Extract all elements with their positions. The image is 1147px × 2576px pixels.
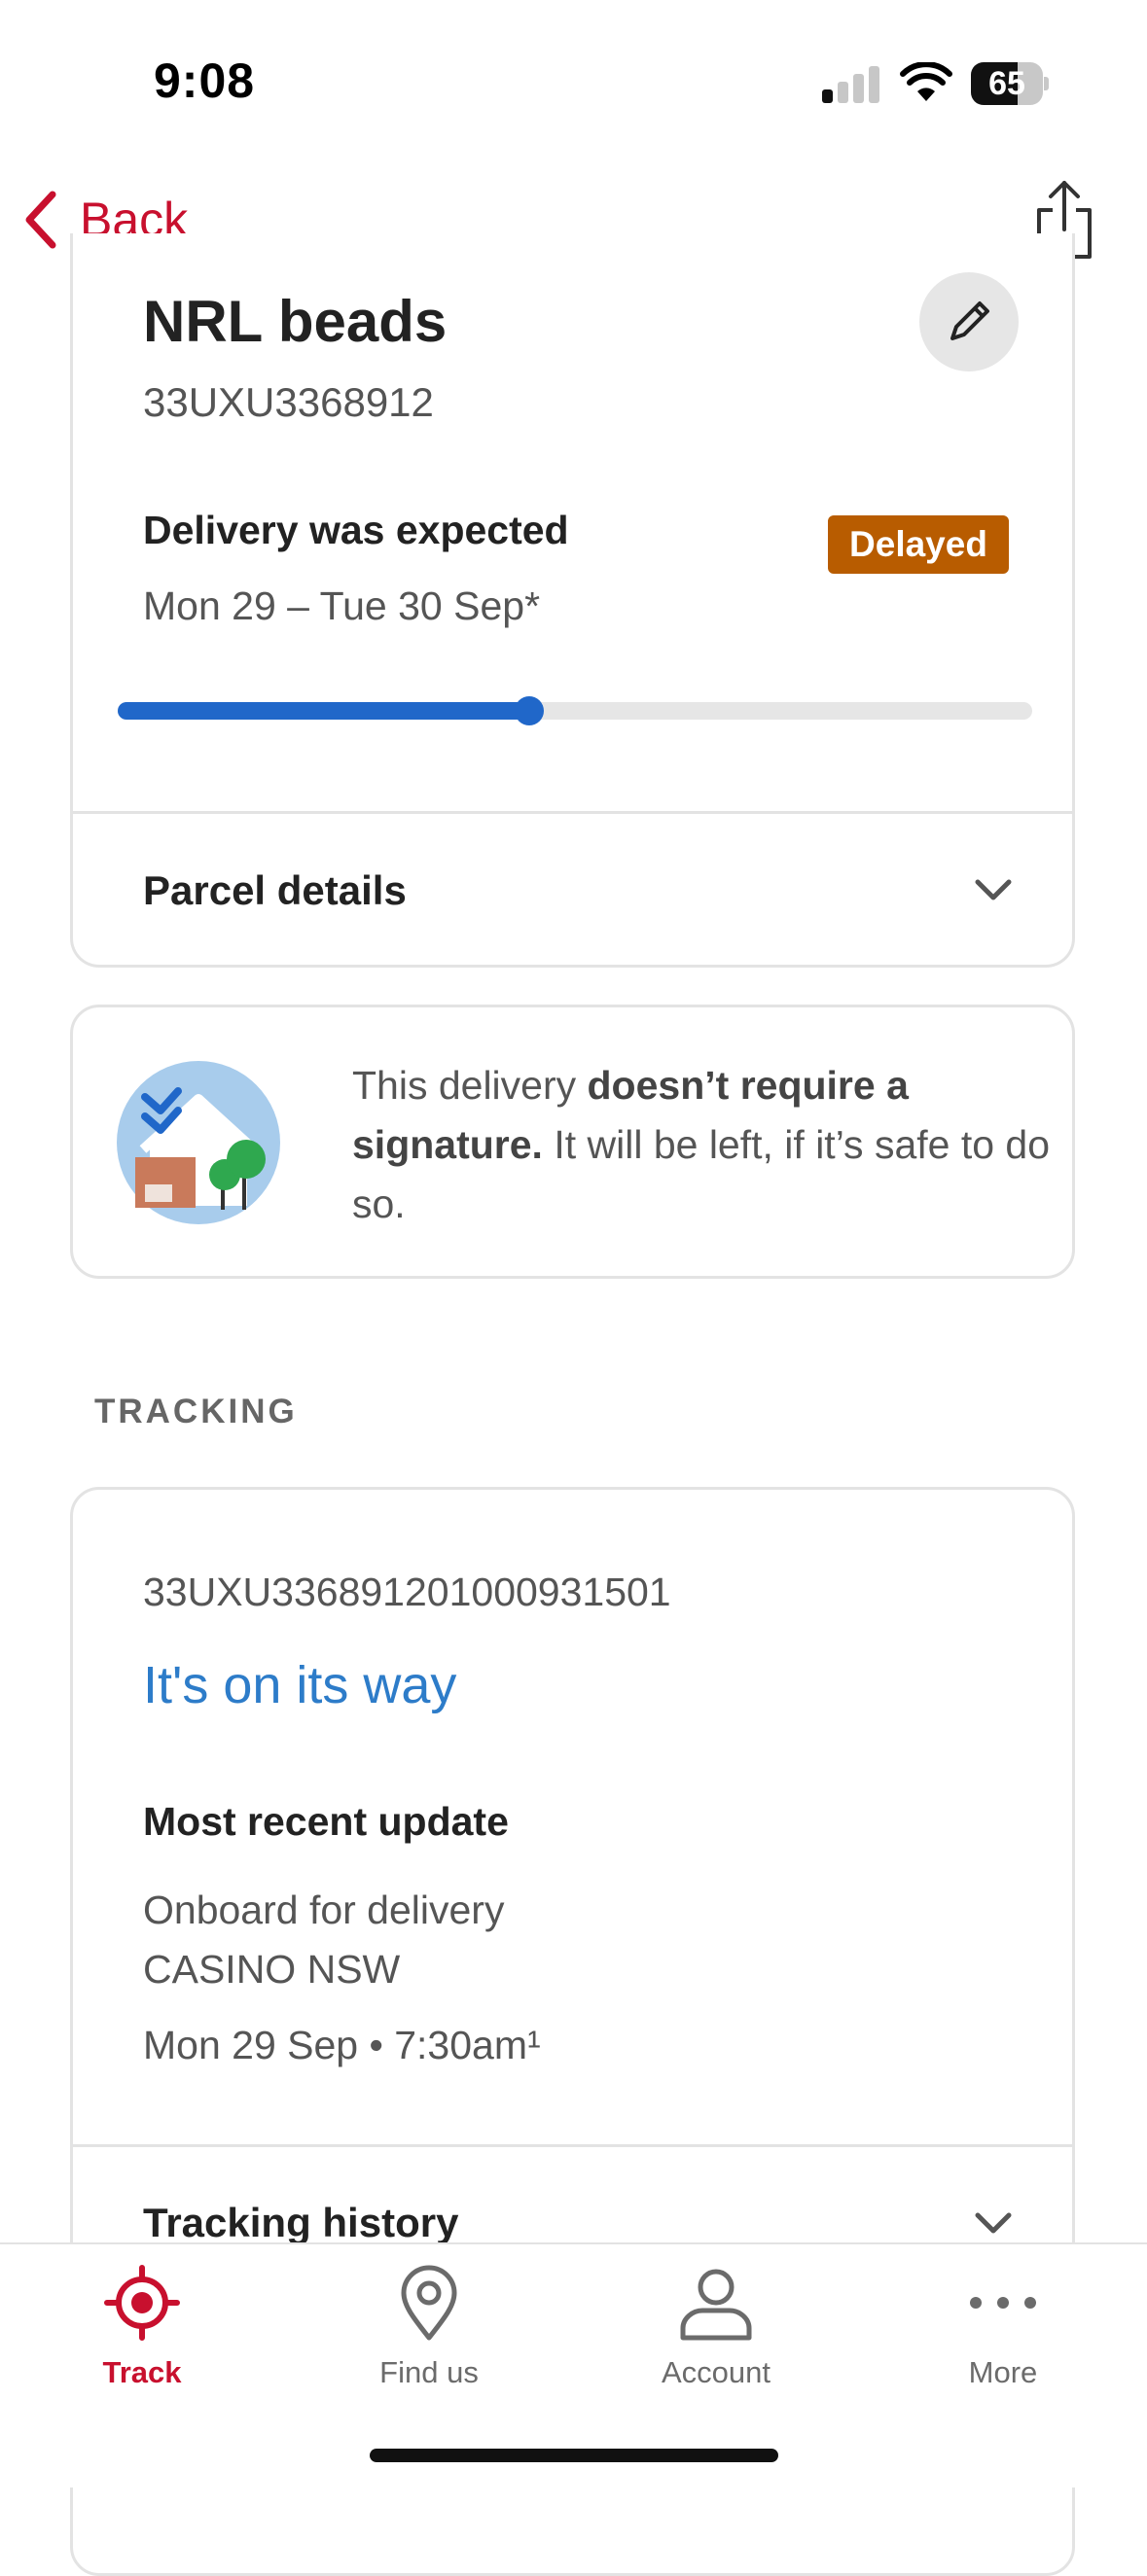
home-indicator bbox=[370, 2449, 778, 2462]
tracking-event: Onboard for delivery CASINO NSW bbox=[143, 1881, 504, 1999]
tab-find-us[interactable]: Find us bbox=[332, 2264, 526, 2410]
parcel-id: 33UXU3368912 bbox=[143, 379, 434, 425]
edit-button[interactable] bbox=[919, 272, 1019, 371]
tab-more-label: More bbox=[968, 2355, 1038, 2389]
tab-account-label: Account bbox=[661, 2355, 771, 2389]
parcel-card: NRL beads 33UXU3368912 Delivery was expe… bbox=[70, 233, 1075, 968]
tracking-section-title: TRACKING bbox=[94, 1393, 298, 1430]
tab-account[interactable]: Account bbox=[619, 2264, 813, 2410]
battery-icon: 65 bbox=[971, 62, 1049, 105]
house-delivery-icon bbox=[117, 1061, 280, 1224]
tab-track-label: Track bbox=[102, 2355, 182, 2389]
tab-track[interactable]: Track bbox=[45, 2264, 239, 2410]
person-icon bbox=[680, 2269, 752, 2341]
chevron-left-icon bbox=[25, 191, 56, 249]
tracking-history-label: Tracking history bbox=[143, 2200, 459, 2245]
tracking-event-status: Onboard for delivery bbox=[143, 1888, 505, 1932]
parcel-details-label: Parcel details bbox=[143, 867, 407, 913]
parcel-title: NRL beads bbox=[143, 289, 448, 354]
tracking-event-time: Mon 29 Sep • 7:30am¹ bbox=[143, 2023, 541, 2067]
signature-info-text: This delivery doesn’t require a signatur… bbox=[352, 1063, 1051, 1226]
chevron-down-icon bbox=[975, 2212, 1012, 2234]
tracking-number: 33UXU336891201000931501 bbox=[143, 1570, 671, 1614]
status-time: 9:08 bbox=[154, 53, 256, 108]
more-dots-icon bbox=[970, 2297, 1036, 2309]
location-pin-icon bbox=[401, 2265, 457, 2341]
most-recent-update-label: Most recent update bbox=[143, 1799, 509, 1844]
tracking-status: It's on its way bbox=[143, 1656, 457, 1714]
tab-find-us-label: Find us bbox=[379, 2355, 479, 2389]
progress-marker bbox=[515, 696, 544, 725]
cellular-signal-icon bbox=[822, 64, 880, 103]
tab-more[interactable]: More bbox=[906, 2264, 1100, 2410]
delivery-expected-label: Delivery was expected bbox=[143, 508, 569, 552]
wifi-icon bbox=[900, 62, 952, 101]
pencil-icon bbox=[950, 301, 989, 340]
status-badge: Delayed bbox=[828, 515, 1009, 574]
parcel-details-row[interactable]: Parcel details bbox=[73, 814, 1072, 965]
signature-info-card: This delivery doesn’t require a signatur… bbox=[70, 1005, 1075, 1279]
delivery-progress-bar bbox=[118, 696, 1032, 725]
battery-level: 65 bbox=[988, 65, 1025, 102]
chevron-down-icon bbox=[975, 879, 1012, 900]
crosshair-icon bbox=[104, 2265, 180, 2341]
delivery-dates: Mon 29 – Tue 30 Sep* bbox=[143, 583, 541, 628]
tracking-event-location: CASINO NSW bbox=[143, 1947, 401, 1992]
